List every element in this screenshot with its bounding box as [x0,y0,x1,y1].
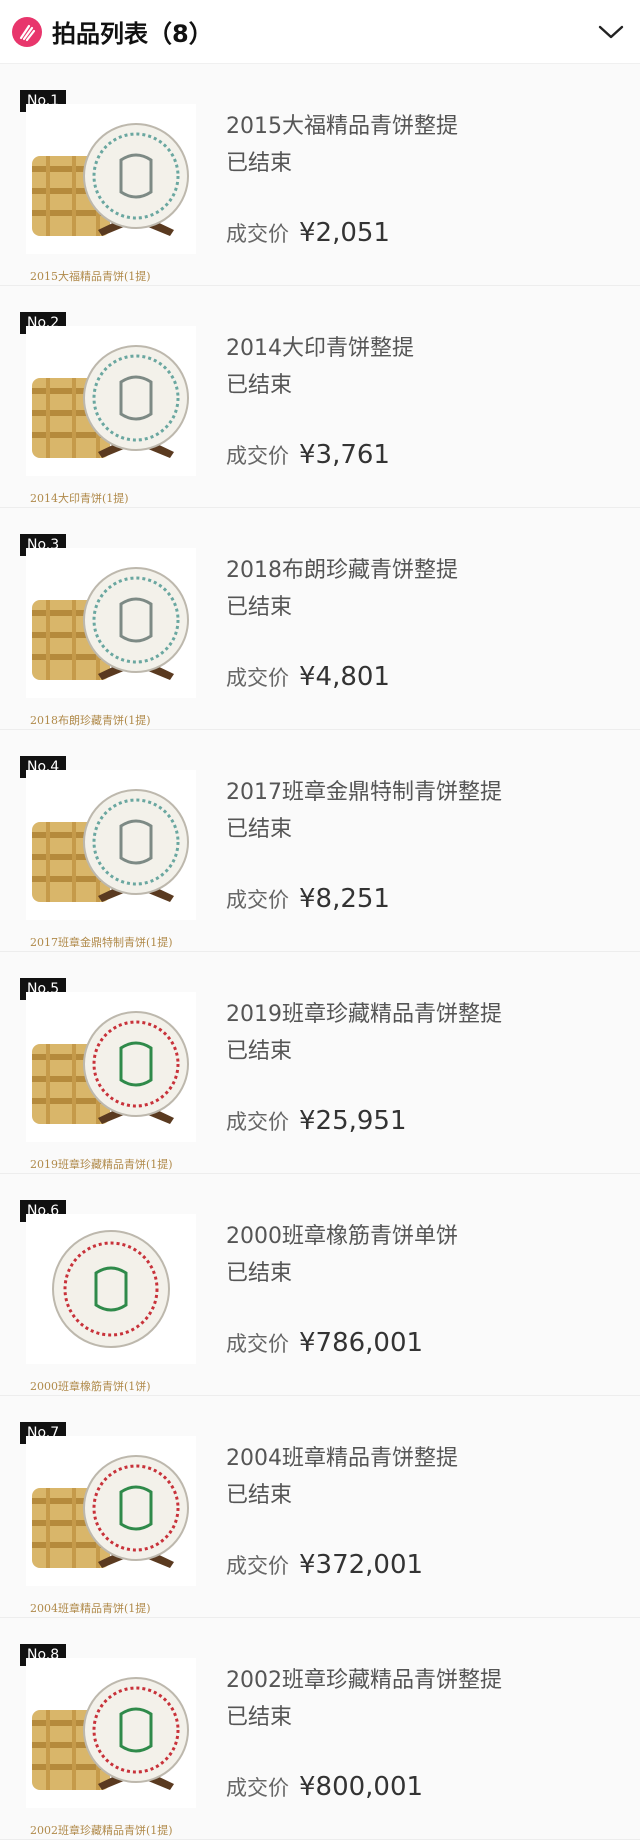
price-row: 成交价 ¥2,051 [226,218,390,248]
price-row: 成交价 ¥800,001 [226,1772,423,1802]
lot-status: 已结束 [226,817,293,842]
lot-item[interactable]: No.7 2004班章精品青饼(1提) 2004班章精品青饼整提 已结束 成交价… [0,1396,640,1618]
lot-status: 已结束 [226,1705,293,1730]
price-label: 成交价 [226,1776,289,1800]
tea-cake-image [26,992,196,1142]
final-price: ¥25,951 [299,1106,407,1136]
final-price: ¥786,001 [299,1328,424,1358]
lot-item[interactable]: No.1 2015大福精品青饼(1提) 2015大福精品青饼整提 已结束 成交价… [0,64,640,286]
price-row: 成交价 ¥4,801 [226,662,390,692]
price-label: 成交价 [226,888,289,912]
price-label: 成交价 [226,1332,289,1356]
lot-status: 已结束 [226,151,293,176]
lot-status: 已结束 [226,595,293,620]
image-caption: 2019班章珍藏精品青饼(1提) [30,1158,173,1171]
tea-cake-image [26,1214,196,1364]
lot-item[interactable]: No.8 2002班章珍藏精品青饼(1提) 2002班章珍藏精品青饼整提 已结束… [0,1618,640,1840]
tea-cake-image [26,1436,196,1586]
lot-status: 已结束 [226,1261,293,1286]
final-price: ¥8,251 [299,884,390,914]
final-price: ¥4,801 [299,662,390,692]
lot-title: 2015大福精品青饼整提 [226,114,458,139]
tea-cake-image [26,1658,196,1808]
lot-status: 已结束 [226,1039,293,1064]
auction-logo-icon [12,16,42,47]
price-label: 成交价 [226,444,289,468]
price-label: 成交价 [226,222,289,246]
tea-cake-image [26,548,196,698]
image-caption: 2000班章橡筋青饼(1饼) [30,1380,151,1393]
image-caption: 2017班章金鼎特制青饼(1提) [30,936,173,949]
lot-title: 2004班章精品青饼整提 [226,1446,458,1471]
lot-item[interactable]: No.6 2000班章橡筋青饼(1饼) 2000班章橡筋青饼单饼 已结束 成交价… [0,1174,640,1396]
image-caption: 2004班章精品青饼(1提) [30,1602,151,1615]
image-caption: 2018布朗珍藏青饼(1提) [30,714,151,727]
final-price: ¥3,761 [299,440,390,470]
tea-cake-image [26,326,196,476]
lot-item[interactable]: No.5 2019班章珍藏精品青饼(1提) 2019班章珍藏精品青饼整提 已结束… [0,952,640,1174]
image-caption: 2015大福精品青饼(1提) [30,270,151,283]
price-label: 成交价 [226,1554,289,1578]
lot-status: 已结束 [226,1483,293,1508]
tea-cake-image [26,104,196,254]
lot-title: 2014大印青饼整提 [226,336,414,361]
list-header: 拍品列表（8） [0,0,640,64]
final-price: ¥2,051 [299,218,390,248]
lot-status: 已结束 [226,373,293,398]
lot-list: No.1 2015大福精品青饼(1提) 2015大福精品青饼整提 已结束 成交价… [0,64,640,1840]
tea-cake-image [26,770,196,920]
chevron-down-icon[interactable] [594,15,628,49]
image-caption: 2014大印青饼(1提) [30,492,129,505]
image-caption: 2002班章珍藏精品青饼(1提) [30,1824,173,1837]
price-row: 成交价 ¥3,761 [226,440,390,470]
lot-item[interactable]: No.2 2014大印青饼(1提) 2014大印青饼整提 已结束 成交价 ¥3,… [0,286,640,508]
lot-title: 2017班章金鼎特制青饼整提 [226,780,502,805]
lot-title: 2000班章橡筋青饼单饼 [226,1224,458,1249]
price-label: 成交价 [226,1110,289,1134]
page-title: 拍品列表（8） [52,20,213,48]
lot-title: 2019班章珍藏精品青饼整提 [226,1002,502,1027]
price-row: 成交价 ¥25,951 [226,1106,407,1136]
lot-title: 2018布朗珍藏青饼整提 [226,558,458,583]
price-row: 成交价 ¥8,251 [226,884,390,914]
price-row: 成交价 ¥372,001 [226,1550,423,1580]
final-price: ¥372,001 [299,1550,424,1580]
lot-item[interactable]: No.3 2018布朗珍藏青饼(1提) 2018布朗珍藏青饼整提 已结束 成交价… [0,508,640,730]
lot-title: 2002班章珍藏精品青饼整提 [226,1668,502,1693]
lot-item[interactable]: No.4 2017班章金鼎特制青饼(1提) 2017班章金鼎特制青饼整提 已结束… [0,730,640,952]
price-label: 成交价 [226,666,289,690]
final-price: ¥800,001 [299,1772,424,1802]
price-row: 成交价 ¥786,001 [226,1328,423,1358]
